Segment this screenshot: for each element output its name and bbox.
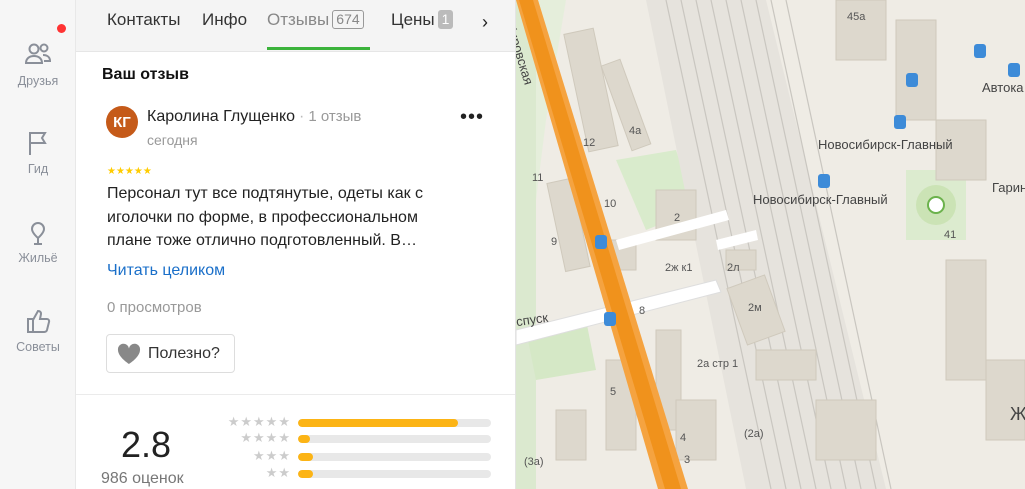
useful-button[interactable]: Полезно? bbox=[106, 334, 235, 373]
author-name[interactable]: Каролина Глущенко bbox=[147, 108, 295, 125]
house-number: 12 bbox=[583, 137, 596, 149]
rating-bar-track bbox=[298, 453, 491, 461]
rail-label-tips: Советы bbox=[16, 340, 60, 354]
house-number: 4а bbox=[629, 125, 642, 137]
tab-contacts-label: Контакты bbox=[107, 10, 181, 29]
tab-reviews-label: Отзывы bbox=[267, 10, 330, 29]
map-station-label-2[interactable]: Новосибирск-Главный bbox=[753, 192, 888, 207]
house-number: 4 bbox=[680, 432, 687, 444]
your-review-title: Ваш отзыв bbox=[102, 66, 189, 83]
map-view[interactable]: Кировская спуск Новосибирск-Главный Ново… bbox=[516, 0, 1025, 489]
rating-bar-fill bbox=[298, 470, 314, 478]
rating-bar-fill bbox=[298, 419, 459, 427]
house-number: (2а) bbox=[744, 428, 764, 440]
section-divider bbox=[76, 394, 515, 395]
house-number: (3а) bbox=[524, 456, 544, 468]
map-station-label-1[interactable]: Новосибирск-Главный bbox=[818, 137, 953, 152]
views-count: 0 просмотров bbox=[107, 299, 202, 316]
rating-distribution-row[interactable]: ★★★★★ bbox=[213, 414, 493, 429]
rating-distribution-row[interactable]: ★★ bbox=[213, 465, 493, 480]
rail-label-housing: Жильё bbox=[18, 251, 58, 265]
rating-row-stars: ★★★★ bbox=[240, 430, 291, 445]
organization-panel: Контакты Инфо Отзывы 674 Цены 1 › Ваш отзы… bbox=[76, 0, 516, 489]
average-rating: 2.8 bbox=[121, 424, 172, 465]
house-number: 2л bbox=[727, 262, 740, 274]
map-label-garin[interactable]: Гарина bbox=[992, 180, 1025, 195]
house-number: 11 bbox=[532, 172, 544, 184]
thumbs-up-icon bbox=[27, 309, 51, 333]
author-separator: · bbox=[299, 108, 305, 125]
rating-bar-track bbox=[298, 470, 491, 478]
rail-item-housing[interactable]: Жильё bbox=[0, 217, 76, 265]
rating-distribution-row[interactable]: ★★★★ bbox=[213, 430, 493, 445]
rating-row-stars: ★★★ bbox=[253, 448, 291, 463]
house-number: 9 bbox=[551, 236, 558, 248]
rail-item-tips[interactable]: Советы bbox=[0, 306, 76, 354]
house-number: 2 bbox=[674, 212, 681, 224]
house-number: 8 bbox=[639, 305, 646, 317]
rail-label-friends: Друзья bbox=[17, 74, 59, 88]
house-number: 41 bbox=[944, 229, 957, 241]
read-more-link[interactable]: Читать целиком bbox=[107, 262, 225, 280]
tab-reviews-count: 674 bbox=[332, 10, 364, 29]
left-rail: Друзья Гид Жильё Советы bbox=[0, 0, 76, 489]
housing-icon bbox=[30, 222, 46, 245]
tab-prices-label: Цены bbox=[391, 10, 435, 29]
tab-info[interactable]: Инфо bbox=[202, 10, 247, 30]
notification-dot bbox=[57, 24, 66, 33]
rating-bar-fill bbox=[298, 435, 310, 443]
map-canvas[interactable] bbox=[516, 0, 1025, 489]
author-review-count: 1 отзыв bbox=[308, 108, 362, 125]
more-options-icon[interactable]: ••• bbox=[460, 107, 484, 127]
tab-contacts[interactable]: Контакты bbox=[107, 10, 180, 30]
house-number: 10 bbox=[604, 198, 617, 210]
friends-icon bbox=[24, 43, 52, 64]
review-date: сегодня bbox=[147, 132, 198, 148]
rail-label-guide: Гид bbox=[27, 162, 49, 176]
rating-row-stars: ★★ bbox=[265, 465, 291, 480]
house-number: 5 bbox=[610, 386, 617, 398]
rating-count: 986 оценок bbox=[101, 470, 184, 487]
chevron-right-icon[interactable]: › bbox=[482, 12, 488, 33]
house-number: 2а стр 1 bbox=[697, 358, 739, 370]
rating-bar-fill bbox=[298, 453, 314, 461]
rail-item-guide[interactable]: Гид bbox=[0, 128, 76, 176]
tab-prices[interactable]: Цены 1 bbox=[391, 10, 454, 30]
map-label-avto[interactable]: Автока bbox=[982, 80, 1024, 95]
rating-bar-track bbox=[298, 419, 491, 427]
map-label-zh[interactable]: Ж bbox=[1010, 404, 1025, 425]
heart-icon bbox=[117, 343, 141, 364]
useful-label: Полезно? bbox=[148, 344, 220, 362]
rating-row-stars: ★★★★★ bbox=[227, 414, 291, 429]
house-number: 2м bbox=[748, 302, 762, 314]
review-stars: ★★★★★ bbox=[107, 166, 152, 177]
tab-bar: Контакты Инфо Отзывы 674 Цены 1 › bbox=[76, 0, 515, 52]
review-text: Персонал тут все подтянутые, одеты как с… bbox=[107, 185, 424, 249]
rating-bar-track bbox=[298, 435, 491, 443]
house-number: 45а bbox=[847, 11, 866, 23]
app-root: Друзья Гид Жильё Советы Контакты Инфо От… bbox=[0, 0, 1025, 489]
rating-distribution-row[interactable]: ★★★ bbox=[213, 448, 493, 463]
tab-reviews[interactable]: Отзывы 674 bbox=[267, 10, 364, 30]
rail-item-friends[interactable]: Друзья bbox=[0, 40, 76, 88]
house-number: 2ж к1 bbox=[665, 262, 693, 274]
tab-prices-count: 1 bbox=[437, 10, 454, 29]
active-tab-indicator bbox=[267, 47, 370, 50]
flag-icon bbox=[29, 132, 47, 155]
house-number: 3 bbox=[684, 454, 691, 466]
avatar[interactable]: КГ bbox=[106, 106, 138, 138]
review-author[interactable]: Каролина Глущенко · 1 отзыв bbox=[147, 108, 361, 126]
tab-info-label: Инфо bbox=[202, 10, 248, 29]
